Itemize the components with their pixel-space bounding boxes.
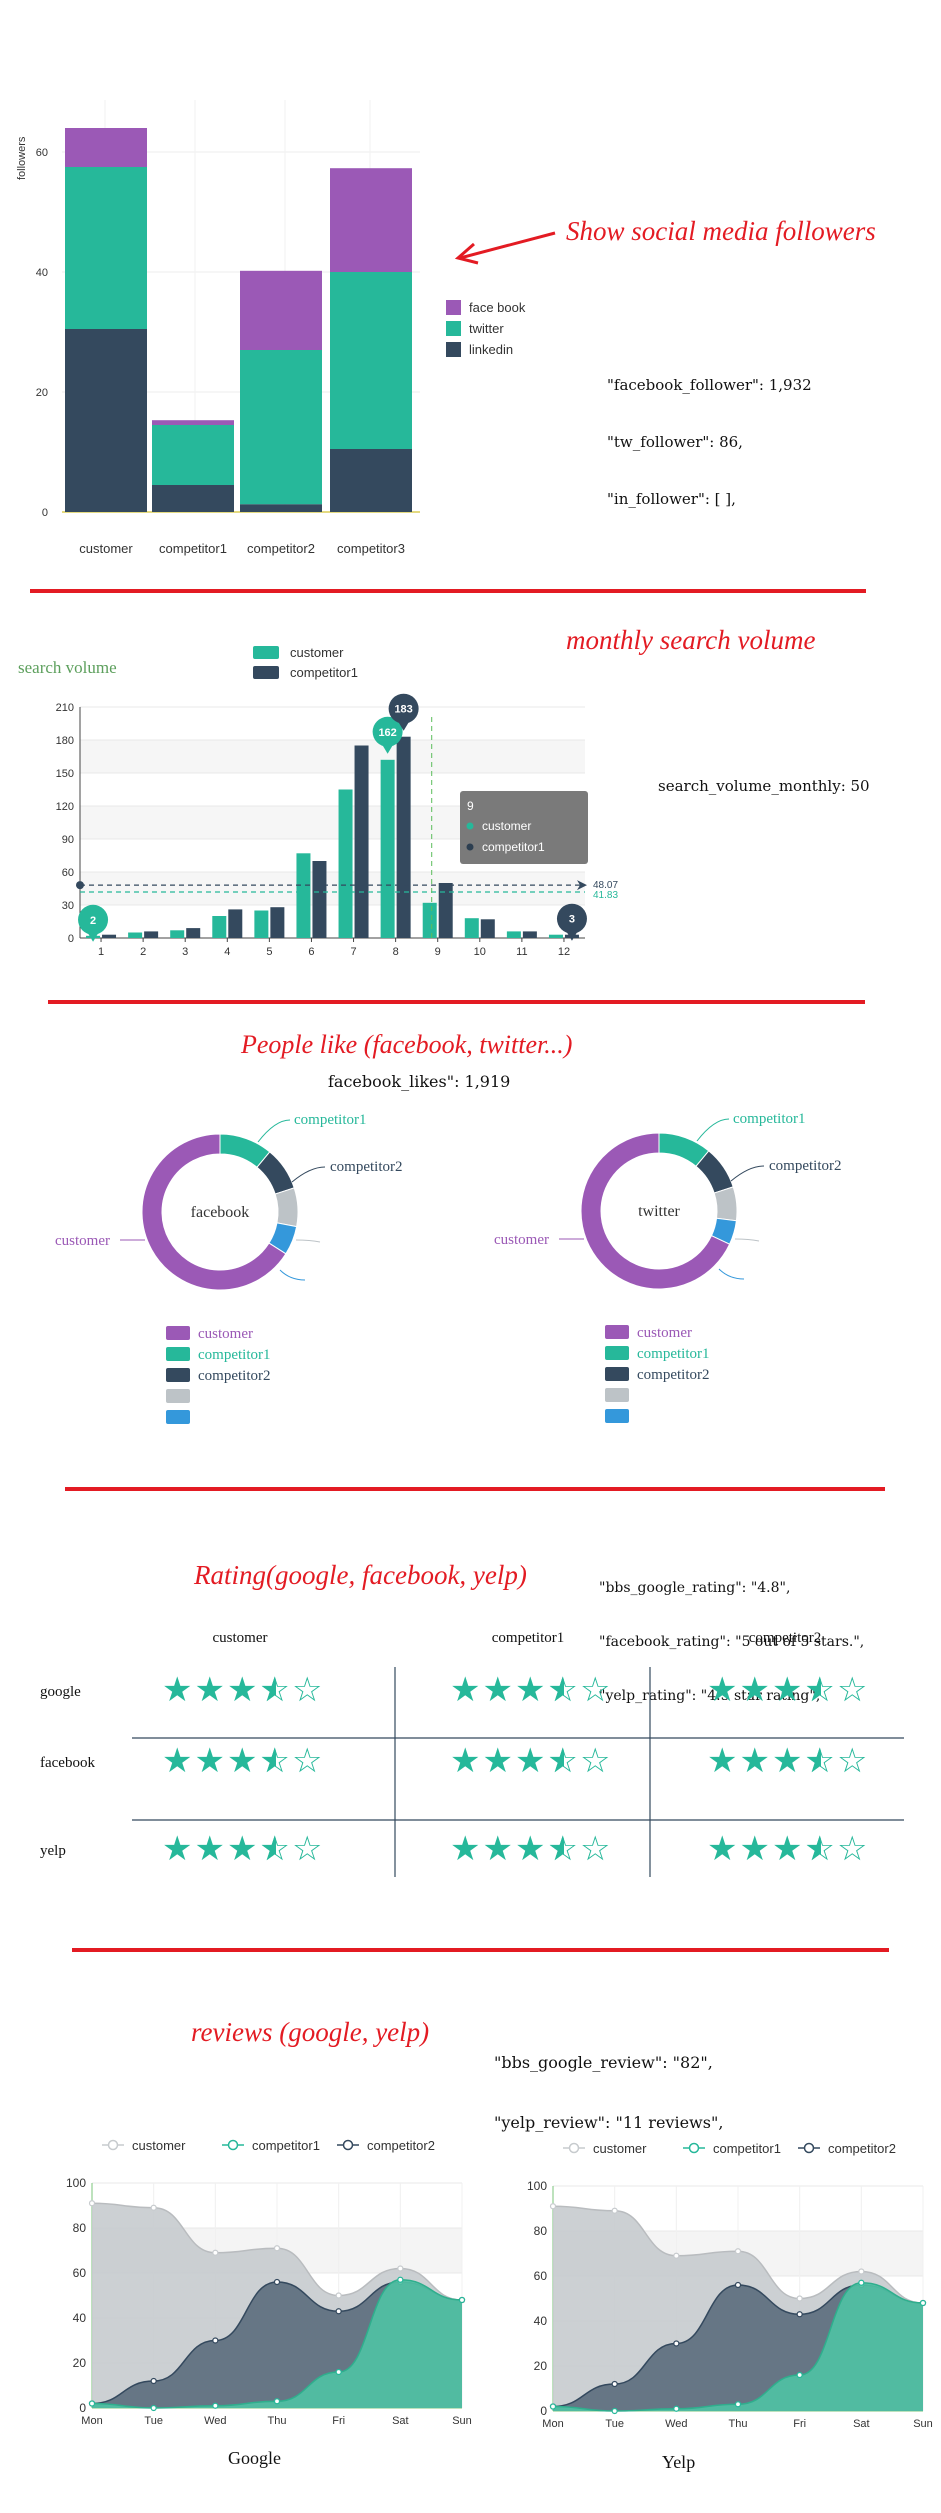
y-tick-label: 20 <box>534 2359 548 2373</box>
data-point <box>611 2207 618 2214</box>
data-point <box>796 2311 803 2318</box>
data-point <box>335 2368 342 2376</box>
legend-marker <box>227 2139 239 2151</box>
x-tick-label: Sun <box>913 2418 933 2430</box>
y-tick-label: 20 <box>73 2356 87 2370</box>
legend-label: customer <box>593 2141 647 2156</box>
y-tick-label: 80 <box>73 2221 87 2235</box>
x-tick-label: Sat <box>853 2418 870 2430</box>
data-point <box>673 2405 680 2412</box>
data-point <box>212 2402 219 2409</box>
data-point <box>335 2292 342 2299</box>
google-caption: Google <box>228 2448 281 2468</box>
data-point <box>796 2371 803 2379</box>
yelp-caption: Yelp <box>662 2452 696 2472</box>
legend-marker <box>803 2142 815 2154</box>
y-tick-label: 100 <box>527 2179 547 2193</box>
data-point <box>796 2295 803 2302</box>
x-tick-label: Mon <box>542 2418 563 2430</box>
data-point <box>611 2407 618 2415</box>
data-point <box>273 2398 281 2405</box>
x-tick-label: Thu <box>729 2418 748 2430</box>
data-point <box>549 2203 557 2210</box>
data-point <box>549 2403 557 2410</box>
data-point <box>150 2377 157 2385</box>
y-tick-label: 60 <box>73 2266 87 2280</box>
x-tick-label: Tue <box>144 2415 163 2427</box>
y-tick-label: 0 <box>79 2401 86 2415</box>
data-point <box>88 2200 96 2207</box>
x-tick-label: Fri <box>332 2415 345 2427</box>
data-point <box>397 2265 404 2272</box>
legend-marker <box>688 2142 700 2154</box>
x-tick-label: Mon <box>81 2415 102 2427</box>
y-tick-label: 100 <box>66 2176 86 2190</box>
data-point <box>734 2281 742 2289</box>
data-point <box>858 2268 865 2275</box>
data-point <box>273 2245 281 2252</box>
legend-label: competitor2 <box>367 2138 435 2153</box>
x-tick-label: Wed <box>204 2415 226 2427</box>
x-tick-label: Sat <box>392 2415 409 2427</box>
data-point <box>673 2252 680 2259</box>
legend-label: competitor1 <box>252 2138 320 2153</box>
legend-label: customer <box>132 2138 186 2153</box>
data-point <box>919 2299 927 2307</box>
data-point <box>734 2401 742 2408</box>
data-point <box>150 2404 157 2412</box>
data-point <box>858 2279 865 2286</box>
legend-marker <box>107 2139 119 2151</box>
x-tick-label: Wed <box>665 2418 687 2430</box>
y-tick-label: 60 <box>534 2269 548 2283</box>
data-point <box>734 2248 742 2255</box>
legend-label: competitor1 <box>713 2141 781 2156</box>
data-point <box>212 2249 219 2256</box>
data-point <box>458 2296 466 2304</box>
y-tick-label: 80 <box>534 2224 548 2238</box>
data-point <box>212 2337 219 2344</box>
data-point <box>273 2278 281 2286</box>
data-point <box>335 2308 342 2315</box>
data-point <box>88 2400 96 2407</box>
x-tick-label: Fri <box>793 2418 806 2430</box>
x-tick-label: Sun <box>452 2415 472 2427</box>
data-point <box>611 2380 618 2388</box>
data-point <box>673 2340 680 2347</box>
y-tick-label: 0 <box>540 2404 547 2418</box>
data-point <box>150 2204 157 2211</box>
legend-label: competitor2 <box>828 2141 896 2156</box>
reviews-area-charts: 0 20 40 60 80 100 Mon Tue Wed Thu Fri Sat Sun custome… <box>66 2138 933 2430</box>
y-tick-label: 40 <box>534 2314 548 2328</box>
x-tick-label: Thu <box>268 2415 287 2427</box>
legend-marker <box>568 2142 580 2154</box>
data-point <box>397 2276 404 2283</box>
legend-marker <box>342 2139 354 2151</box>
y-tick-label: 40 <box>73 2311 87 2325</box>
x-tick-label: Tue <box>605 2418 624 2430</box>
